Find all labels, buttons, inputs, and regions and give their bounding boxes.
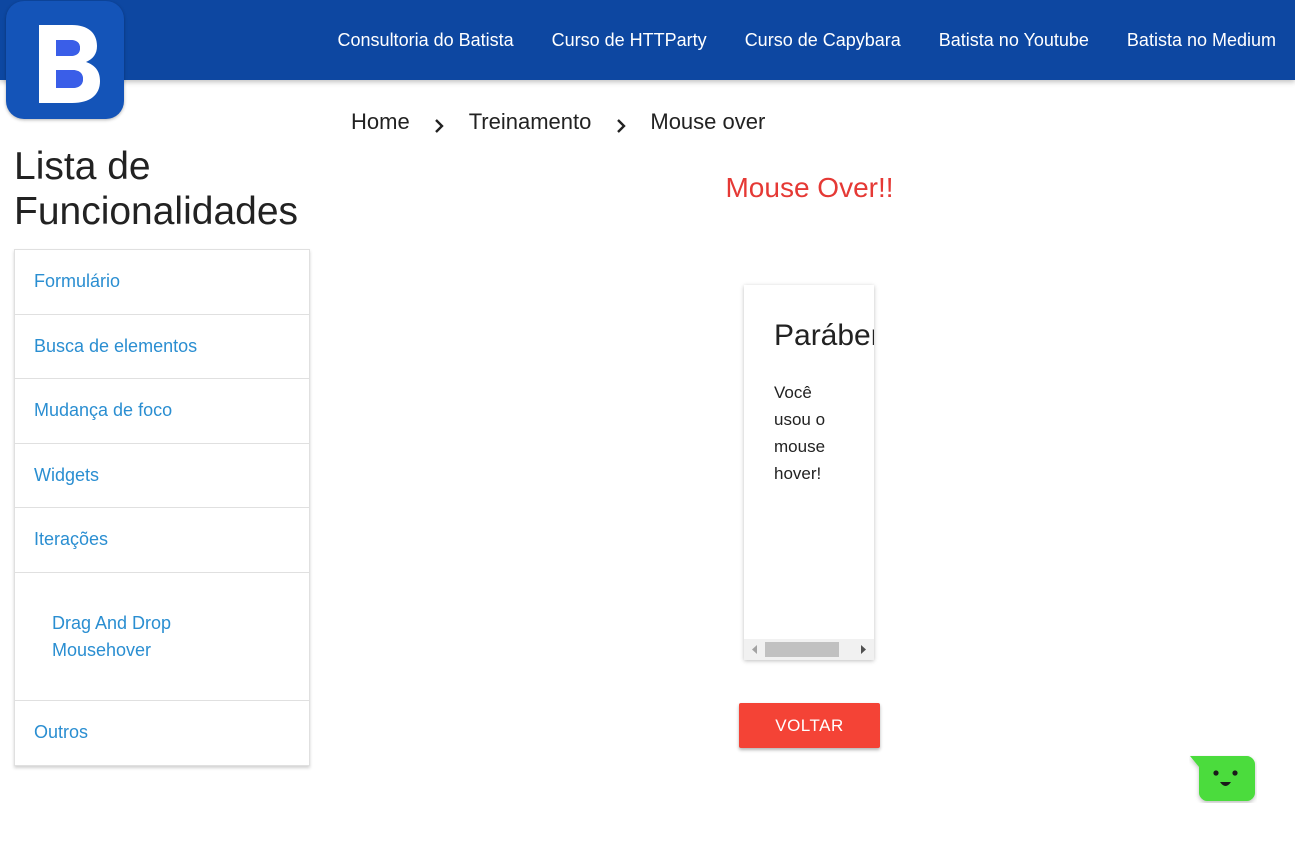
sidebar-item-mudanca-foco[interactable]: Mudança de foco bbox=[15, 379, 309, 444]
sidebar-item-outros[interactable]: Outros bbox=[15, 701, 309, 766]
brand-logo[interactable] bbox=[6, 1, 124, 119]
nav-link-medium[interactable]: Batista no Medium bbox=[1108, 0, 1295, 80]
nav-link-capybara[interactable]: Curso de Capybara bbox=[726, 0, 920, 80]
chevron-right-icon bbox=[591, 109, 650, 135]
breadcrumb: Home Treinamento Mouse over bbox=[351, 106, 765, 138]
page-title: Mouse Over!! bbox=[725, 172, 894, 203]
b-logo-icon bbox=[39, 25, 100, 103]
sidebar-item-widgets[interactable]: Widgets bbox=[15, 444, 309, 508]
sidebar-item-iteracoes[interactable]: Iterações bbox=[15, 508, 309, 573]
mouse-over-card[interactable]: Parábens Você usou o mouse hover! bbox=[744, 285, 874, 660]
nav-link-youtube[interactable]: Batista no Youtube bbox=[920, 0, 1108, 80]
sidebar-item-busca[interactable]: Busca de elementos bbox=[15, 315, 309, 379]
voltar-button[interactable]: VOLTAR bbox=[739, 703, 880, 748]
horizontal-scrollbar[interactable] bbox=[744, 639, 874, 660]
nav-link-consultoria[interactable]: Consultoria do Batista bbox=[319, 0, 533, 80]
card-content: Parábens Você usou o mouse hover! bbox=[744, 285, 874, 639]
sidebar-submenu-iteracoes: Drag And Drop Mousehover bbox=[15, 573, 309, 701]
chevron-right-icon bbox=[410, 109, 469, 135]
breadcrumb-home[interactable]: Home bbox=[351, 109, 410, 135]
card-title: Parábens bbox=[774, 319, 874, 352]
scroll-left-arrow-icon[interactable] bbox=[746, 639, 762, 660]
scrollbar-thumb[interactable] bbox=[765, 642, 839, 657]
sidebar-menu: Formulário Busca de elementos Mudança de… bbox=[14, 249, 310, 766]
nav-link-httparty[interactable]: Curso de HTTParty bbox=[533, 0, 726, 80]
card-text: Você usou o mouse hover! bbox=[774, 383, 826, 483]
nav-links: Consultoria do Batista Curso de HTTParty… bbox=[319, 0, 1295, 80]
sidebar-subitem-drag-and-drop[interactable]: Drag And Drop bbox=[52, 610, 309, 637]
breadcrumb-treinamento[interactable]: Treinamento bbox=[469, 109, 592, 135]
sidebar-subitem-mousehover[interactable]: Mousehover bbox=[52, 637, 309, 664]
top-navbar: Consultoria do Batista Curso de HTTParty… bbox=[0, 0, 1295, 80]
breadcrumb-mouse-over[interactable]: Mouse over bbox=[650, 109, 765, 135]
sidebar-item-formulario[interactable]: Formulário bbox=[15, 250, 309, 315]
chat-bot-icon[interactable] bbox=[1189, 755, 1257, 803]
scroll-right-arrow-icon[interactable] bbox=[856, 639, 872, 660]
